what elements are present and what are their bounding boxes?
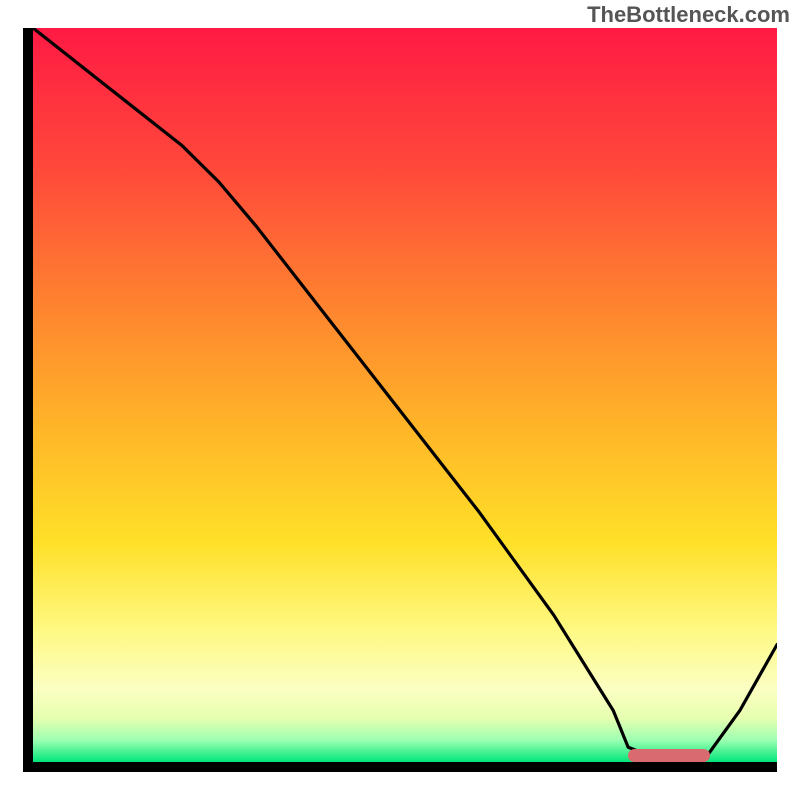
plot-area (23, 28, 777, 772)
background-gradient (33, 28, 777, 762)
optimal-range-marker (628, 749, 710, 762)
watermark-text: TheBottleneck.com (587, 2, 790, 28)
chart-container: TheBottleneck.com (0, 0, 800, 800)
